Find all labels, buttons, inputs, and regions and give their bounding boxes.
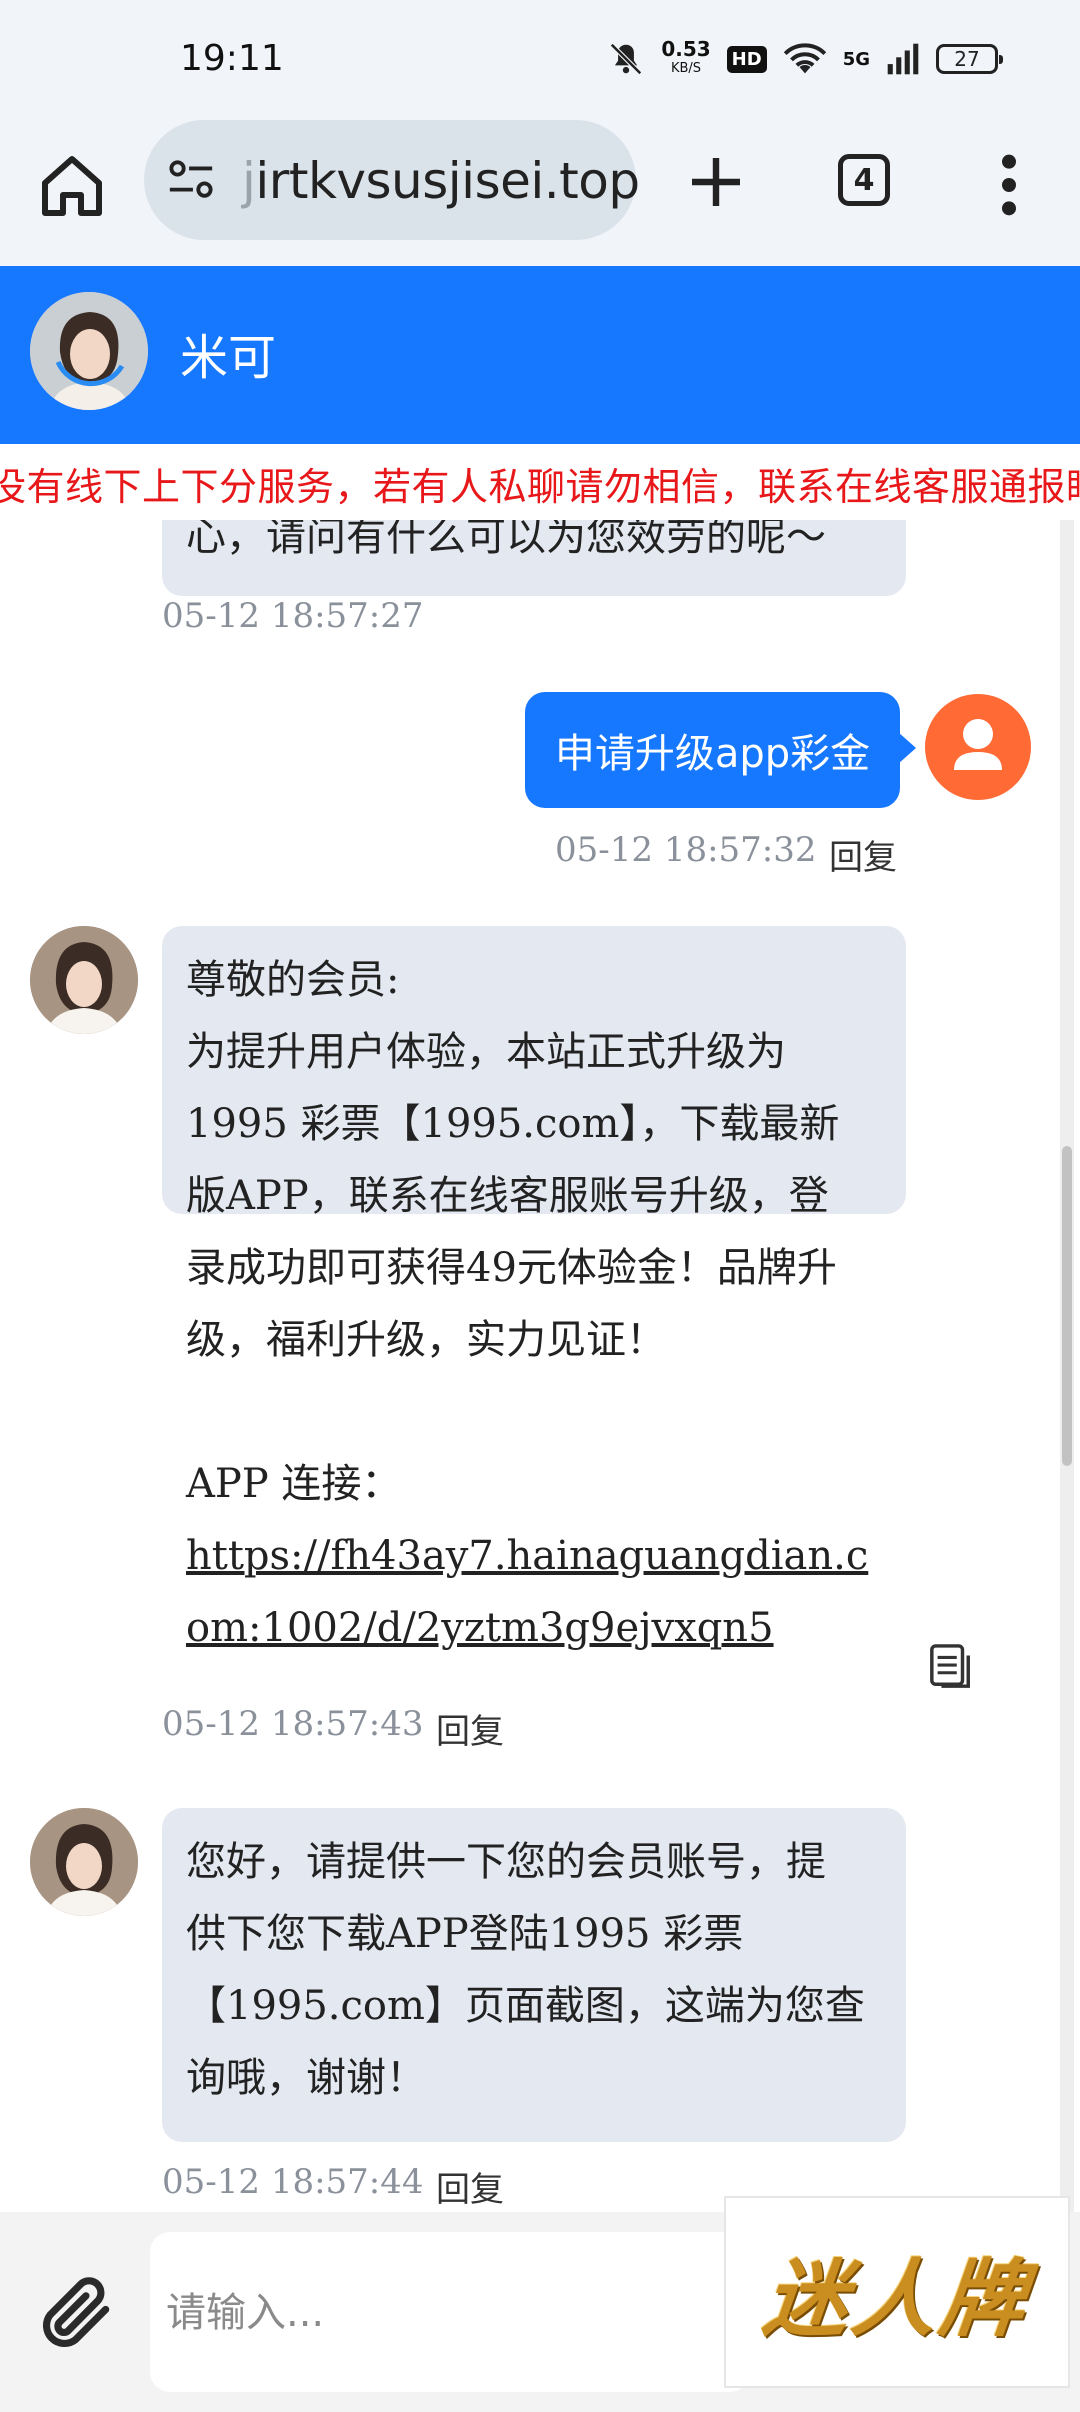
reply-button[interactable]: 回复 (436, 2162, 504, 2211)
browser-toolbar: jirtkvsusjisei.top 4 (0, 120, 1080, 268)
copy-icon[interactable] (928, 1642, 974, 1692)
chat-header: 米可 (0, 266, 1080, 444)
tab-count: 4 (853, 162, 875, 198)
message-line (186, 1376, 882, 1448)
notice-marquee: 没有线下上下分服务，若有人私聊请勿相信，联系在线客服通报眼 (0, 444, 1080, 520)
message-input-wrapper (150, 2232, 750, 2392)
message-input[interactable] (164, 2272, 728, 2354)
message-time: 05-12 18:57:43 (162, 1704, 424, 1744)
app-download-link[interactable]: https://fh43ay7.hainaguangdian.com:1002/… (186, 1520, 882, 1664)
message-line: 1995 彩票【1995.com】，下载最新 (186, 1101, 840, 1147)
net-speed: 0.53 KB/S (661, 39, 710, 79)
message-line: 供下您下载APP登陆1995 彩票 (186, 1911, 744, 1957)
battery-level: 27 (954, 47, 980, 71)
agent-avatar (30, 292, 148, 410)
message-line: 【1995.com】页面截图，这端为您查 (186, 1983, 865, 2029)
message-line: 询哦，谢谢！ (186, 2055, 426, 2101)
address-bar[interactable]: jirtkvsusjisei.top (144, 120, 640, 240)
tab-switcher-button[interactable]: 4 (838, 154, 890, 206)
reply-button[interactable]: 回复 (436, 1704, 504, 1753)
message-bubble: 尊敬的会员: 为提升用户体验，本站正式升级为 1995 彩票【1995.com】… (162, 926, 906, 1651)
message-bubble-outgoing: 申请升级app彩金 (525, 692, 916, 808)
signal-icon (887, 43, 919, 75)
net-speed-value: 0.53 (661, 37, 711, 61)
more-menu-icon[interactable] (994, 150, 1024, 220)
message-line: 您好，请提供一下您的会员账号，提 (186, 1839, 826, 1885)
url-prefix: j (242, 152, 256, 210)
message-text: 心，请问有什么可以为您效劳的呢～ (186, 520, 826, 560)
new-tab-icon[interactable] (684, 150, 748, 214)
message-line: APP 连接： (186, 1461, 402, 1507)
status-icons: 0.53 KB/S HD 5G 27 (607, 34, 1003, 84)
message-line: 版APP，联系在线客服账号升级，登 (186, 1173, 829, 1219)
message-text: 申请升级app彩金 (554, 731, 871, 777)
mute-bell-icon (610, 43, 643, 75)
agent-avatar (30, 1808, 138, 1916)
home-icon[interactable] (36, 150, 108, 222)
url-text[interactable]: jirtkvsusjisei.top (242, 152, 640, 210)
agent-photo-icon (30, 292, 148, 410)
ad-text: 迷人牌 (759, 2248, 1034, 2348)
message-bubble: 心，请问有什么可以为您效劳的呢～ (162, 520, 906, 596)
agent-photo-icon (30, 926, 138, 1034)
wifi-icon (783, 43, 826, 74)
message-line: 级，福利升级，实力见证！ (186, 1317, 666, 1363)
user-avatar (925, 694, 1031, 800)
user-icon (954, 719, 1002, 770)
scrollbar-thumb[interactable] (1062, 1146, 1072, 1466)
status-time: 19:11 (180, 38, 284, 79)
agent-avatar (30, 926, 138, 1034)
battery-icon: 27 (936, 44, 1003, 74)
message-line: 录成功即可获得49元体验金！品牌升 (186, 1245, 837, 1291)
hd-badge: HD (726, 45, 767, 73)
message-line: 尊敬的会员: (186, 957, 400, 1003)
net-speed-unit: KB/S (670, 61, 702, 76)
message-bubble: 您好，请提供一下您的会员账号，提 供下您下载APP登陆1995 彩票 【1995… (162, 1808, 906, 2142)
notice-text: 没有线下上下分服务，若有人私聊请勿相信，联系在线客服通报眼 (0, 465, 1080, 509)
reply-button[interactable]: 回复 (829, 830, 897, 879)
floating-ad-banner[interactable]: 迷人牌 (724, 2196, 1070, 2388)
message-time: 05-12 18:57:32 (555, 830, 817, 870)
url-host: irtkvsusjisei.top (255, 152, 640, 210)
site-settings-icon[interactable] (166, 158, 216, 202)
message-time: 05-12 18:57:27 (162, 596, 424, 636)
status-bar: 19:11 0.53 KB/S HD 5G 27 (0, 0, 1080, 120)
message-list[interactable]: 心，请问有什么可以为您效劳的呢～ 05-12 18:57:27 申请升级app彩… (0, 520, 1080, 2212)
agent-name: 米可 (180, 330, 277, 386)
attachment-icon[interactable] (34, 2270, 120, 2356)
message-line: 为提升用户体验，本站正式升级为 (186, 1029, 786, 1075)
agent-photo-icon (30, 1808, 138, 1916)
network-type: 5G (842, 48, 870, 70)
message-time: 05-12 18:57:44 (162, 2162, 424, 2202)
